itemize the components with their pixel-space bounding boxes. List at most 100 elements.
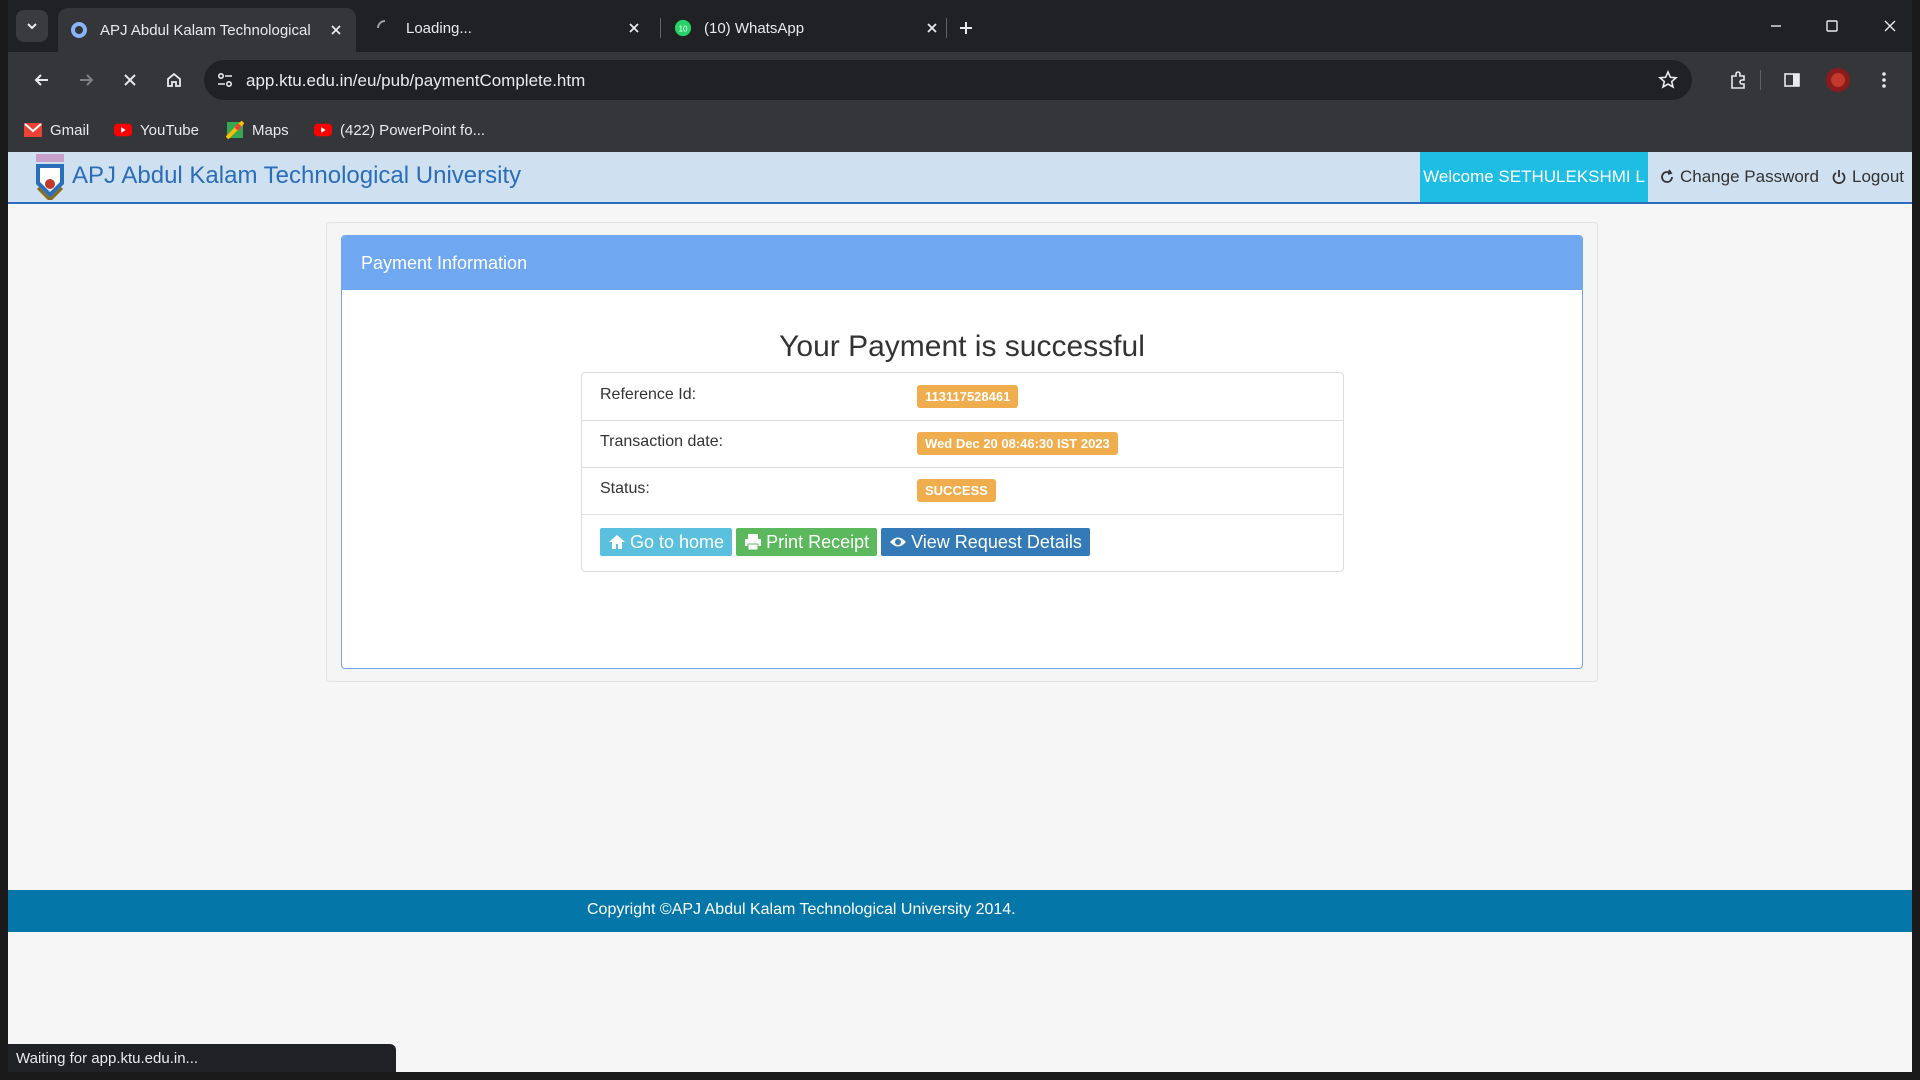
- button-label: Print Receipt: [766, 531, 870, 552]
- site-settings-icon[interactable]: [216, 71, 234, 94]
- plus-icon: [960, 22, 972, 34]
- stop-loading-button[interactable]: [114, 64, 146, 96]
- view-request-details-button[interactable]: View Request Details: [881, 528, 1090, 556]
- refresh-icon: [1658, 168, 1676, 186]
- browser-window: APJ Abdul Kalam Technological Loading...…: [8, 0, 1912, 1072]
- tab-separator: [660, 18, 661, 38]
- gmail-icon: [24, 121, 42, 139]
- row-label: Status:: [600, 480, 650, 497]
- forward-button[interactable]: [70, 64, 102, 96]
- print-receipt-button[interactable]: Print Receipt: [736, 528, 878, 556]
- chevron-down-icon: [27, 23, 37, 30]
- tab-title: (10) WhatsApp: [704, 19, 805, 37]
- transaction-date-badge: Wed Dec 20 08:46:30 IST 2023: [917, 432, 1118, 455]
- row-label: Transaction date:: [600, 433, 724, 450]
- tab-ktu[interactable]: APJ Abdul Kalam Technological: [58, 8, 356, 52]
- extensions-button[interactable]: [1722, 64, 1754, 96]
- site-header: APJ Abdul Kalam Technological University…: [8, 152, 1912, 204]
- change-password-link[interactable]: Change Password: [1658, 152, 1819, 202]
- side-panel-icon: [1784, 73, 1800, 87]
- table-row: Status: SUCCESS: [582, 467, 1343, 515]
- browser-menu-button[interactable]: [1868, 64, 1900, 96]
- back-button[interactable]: [26, 64, 58, 96]
- payment-panel: Payment Information Your Payment is succ…: [341, 235, 1583, 669]
- whatsapp-icon: 10: [674, 19, 692, 37]
- address-bar[interactable]: app.ktu.edu.in/eu/pub/paymentComplete.ht…: [204, 60, 1692, 100]
- close-icon: [124, 74, 136, 86]
- print-icon: [744, 533, 762, 551]
- eye-icon: [889, 535, 907, 549]
- more-vertical-icon: [1882, 72, 1886, 88]
- payment-status-title: Your Payment is successful: [779, 330, 1145, 363]
- bookmark-label: Gmail: [50, 121, 90, 139]
- home-button[interactable]: [158, 64, 190, 96]
- youtube-icon: [314, 121, 332, 139]
- youtube-icon: [114, 121, 132, 139]
- button-label: View Request Details: [911, 531, 1082, 552]
- minimize-button[interactable]: [1754, 10, 1798, 42]
- tab-whatsapp[interactable]: 10 (10) WhatsApp: [662, 8, 952, 48]
- profile-avatar[interactable]: [1822, 64, 1854, 96]
- arrow-left-icon: [34, 74, 48, 86]
- puzzle-icon: [1731, 71, 1745, 89]
- maps-icon: [226, 121, 244, 139]
- payment-details-table: Reference Id: 113117528461 Transaction d…: [581, 372, 1344, 572]
- tab-search-button[interactable]: [16, 10, 48, 42]
- site-brand[interactable]: APJ Abdul Kalam Technological University: [72, 162, 521, 190]
- close-icon: [1884, 20, 1896, 32]
- panel-heading: Payment Information: [342, 236, 1582, 290]
- bookmark-label: YouTube: [140, 121, 199, 139]
- go-to-home-button[interactable]: Go to home: [600, 528, 733, 556]
- button-label: Go to home: [630, 531, 725, 552]
- table-row: Transaction date: Wed Dec 20 08:46:30 IS…: [582, 420, 1343, 468]
- arrow-right-icon: [80, 74, 94, 86]
- change-password-label: Change Password: [1680, 167, 1819, 186]
- close-tab-icon[interactable]: [324, 18, 348, 42]
- url-text: app.ktu.edu.in/eu/pub/paymentComplete.ht…: [246, 71, 586, 90]
- tab-loading[interactable]: Loading...: [364, 8, 654, 48]
- whatsapp-badge: 10: [679, 25, 688, 34]
- bookmark-label: (422) PowerPoint fo...: [340, 121, 486, 139]
- bookmarks-bar: Gmail YouTube Maps (422) PowerPoint fo..…: [8, 108, 1912, 152]
- loading-spinner-icon: [376, 19, 394, 37]
- copyright-text: Copyright ©APJ Abdul Kalam Technological…: [587, 901, 1016, 918]
- row-label: Reference Id:: [600, 386, 697, 403]
- tab-title: Loading...: [406, 19, 472, 37]
- home-icon: [608, 533, 626, 551]
- bookmark-youtube[interactable]: YouTube: [114, 118, 199, 142]
- bookmark-star-icon[interactable]: [1658, 70, 1678, 95]
- table-row: Reference Id: 113117528461: [582, 373, 1343, 421]
- maximize-icon: [1826, 20, 1838, 32]
- logout-link[interactable]: Logout: [1830, 152, 1904, 202]
- tab-separator: [946, 18, 947, 38]
- new-tab-button[interactable]: [952, 14, 980, 42]
- browser-toolbar: app.ktu.edu.in/eu/pub/paymentComplete.ht…: [8, 52, 1912, 108]
- avatar-icon: [1826, 68, 1850, 92]
- tab-title: APJ Abdul Kalam Technological: [100, 21, 311, 39]
- status-bubble: Waiting for app.ktu.edu.in...: [8, 1044, 396, 1072]
- maximize-button[interactable]: [1810, 10, 1854, 42]
- bookmark-powerpoint[interactable]: (422) PowerPoint fo...: [314, 118, 485, 142]
- ktu-favicon-icon: [70, 21, 88, 39]
- minimize-icon: [1771, 25, 1781, 27]
- reference-id-badge: 113117528461: [917, 385, 1019, 408]
- toolbar-separator: [1760, 70, 1761, 90]
- bookmark-maps[interactable]: Maps: [226, 118, 289, 142]
- site-footer: Copyright ©APJ Abdul Kalam Technological…: [8, 890, 1912, 932]
- action-buttons: Go to home Print Receipt View Request De…: [600, 528, 1094, 556]
- logout-label: Logout: [1852, 167, 1904, 186]
- status-badge: SUCCESS: [917, 479, 996, 502]
- home-icon: [167, 72, 181, 87]
- web-page: APJ Abdul Kalam Technological University…: [8, 152, 1912, 1072]
- tab-strip: APJ Abdul Kalam Technological Loading...…: [8, 0, 1912, 52]
- close-tab-icon[interactable]: [622, 16, 646, 40]
- bookmark-gmail[interactable]: Gmail: [24, 118, 89, 142]
- welcome-user[interactable]: Welcome SETHULEKSHMI L: [1420, 152, 1648, 202]
- content-well: Payment Information Your Payment is succ…: [326, 222, 1598, 682]
- side-panel-button[interactable]: [1776, 64, 1808, 96]
- power-icon: [1830, 168, 1848, 186]
- ktu-logo-icon: [36, 154, 64, 200]
- close-window-button[interactable]: [1868, 10, 1912, 42]
- bookmark-label: Maps: [252, 121, 289, 139]
- close-tab-icon[interactable]: [920, 16, 944, 40]
